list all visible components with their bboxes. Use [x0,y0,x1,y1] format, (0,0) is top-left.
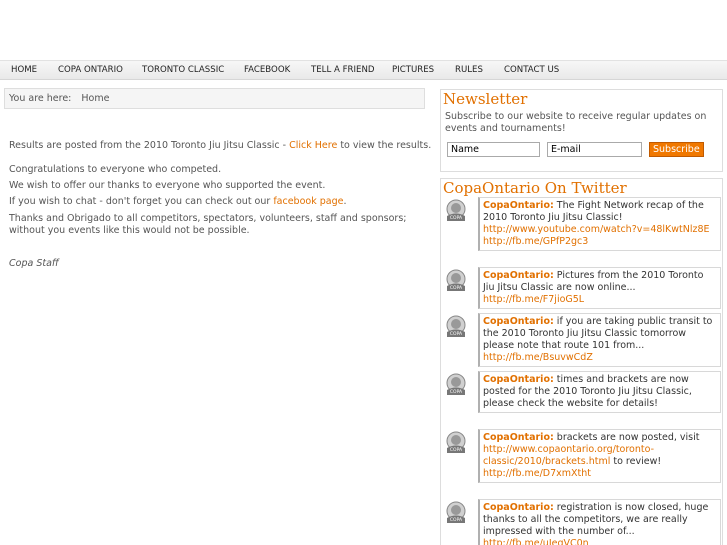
svg-text:COPA: COPA [450,447,463,453]
svg-text:COPA: COPA [450,331,463,337]
nav-facebook[interactable]: FACEBOOK [244,61,290,80]
chat-suffix: . [343,196,347,207]
subscribe-button[interactable]: Subscribe [649,142,704,157]
results-link[interactable]: Click Here [289,140,337,151]
copa-logo-icon[interactable]: COPA [443,499,469,525]
tweet-text: CopaOntario: The Fight Network recap of … [478,197,721,251]
tweet-text: CopaOntario: if you are taking public tr… [478,313,721,367]
results-suffix: to view the results. [337,140,432,151]
tweet-link[interactable]: http://fb.me/BsuvwCdZ [483,352,593,363]
chat-paragraph: If you wish to chat - don't forget you c… [9,196,347,208]
email-input[interactable]: E-mail [547,142,642,157]
tweet-link[interactable]: http://fb.me/GPfP2gc3 [483,236,588,247]
svg-text:COPA: COPA [450,389,463,395]
breadcrumb: You are here: Home [4,88,425,109]
tweet-user-link[interactable]: CopaOntario: [483,374,554,385]
facebook-page-link[interactable]: facebook page [273,196,343,207]
nav-toronto-classic[interactable]: TORONTO CLASSIC [142,61,224,80]
results-paragraph: Results are posted from the 2010 Toronto… [9,140,431,152]
obrigado-line-2: without you events like this would not b… [9,225,250,236]
breadcrumb-prefix: You are here: [9,93,72,104]
name-input[interactable]: Name [447,142,540,157]
thanks-text: We wish to offer our thanks to everyone … [9,180,326,191]
copa-logo-icon[interactable]: COPA [443,313,469,339]
nav-rules[interactable]: RULES [455,61,483,80]
tweet-body: brackets are now posted, visit [553,432,700,443]
congrats-text: Congratulations to everyone who competed… [9,164,222,175]
tweet-link[interactable]: http://fb.me/F7jioG5L [483,294,584,305]
newsletter-box: Newsletter Subscribe to our website to r… [440,89,723,172]
results-text: Results are posted from the 2010 Toronto… [9,140,290,151]
copa-logo-icon[interactable]: COPA [443,267,469,293]
svg-text:COPA: COPA [450,285,463,291]
nav-contact-us[interactable]: CONTACT US [504,61,559,80]
tweet-text: CopaOntario: Pictures from the 2010 Toro… [478,267,721,309]
nav-tell-a-friend[interactable]: TELL A FRIEND [311,61,375,80]
twitter-title: CopaOntario On Twitter [443,179,627,197]
tweet-user-link[interactable]: CopaOntario: [483,270,554,281]
tweet-user-link[interactable]: CopaOntario: [483,316,554,327]
main-nav: HOME COPA ONTARIO TORONTO CLASSIC FACEBO… [0,60,727,80]
copa-logo-icon[interactable]: COPA [443,197,469,223]
tweet-text: CopaOntario: registration is now closed,… [478,499,721,545]
signature: Copa Staff [9,258,59,269]
tweet-link[interactable]: http://fb.me/uJeqVC0n [483,538,589,545]
breadcrumb-home[interactable]: Home [81,93,109,104]
tweet-separator: to review! [610,456,662,467]
svg-text:COPA: COPA [450,517,463,523]
copa-logo-icon[interactable]: COPA [443,371,469,397]
nav-pictures[interactable]: PICTURES [392,61,434,80]
tweet-user-link[interactable]: CopaOntario: [483,432,554,443]
tweet-user-link[interactable]: CopaOntario: [483,502,554,513]
tweet-link[interactable]: http://fb.me/D7xmXtht [483,468,591,479]
chat-text: If you wish to chat - don't forget you c… [9,196,274,207]
nav-home[interactable]: HOME [11,61,37,80]
tweet-user-link[interactable]: CopaOntario: [483,200,554,211]
newsletter-text: Subscribe to our website to receive regu… [445,111,707,134]
copa-logo-icon[interactable]: COPA [443,429,469,455]
newsletter-title: Newsletter [443,90,528,108]
tweet-link[interactable]: http://www.youtube.com/watch?v=48lKwtNlz… [483,224,710,235]
nav-copa-ontario[interactable]: COPA ONTARIO [58,61,123,80]
tweet-text: CopaOntario: times and brackets are now … [478,371,721,413]
obrigado-line-1: Thanks and Obrigado to all competitors, … [9,213,407,224]
svg-text:COPA: COPA [450,215,463,221]
tweet-text: CopaOntario: brackets are now posted, vi… [478,429,721,483]
